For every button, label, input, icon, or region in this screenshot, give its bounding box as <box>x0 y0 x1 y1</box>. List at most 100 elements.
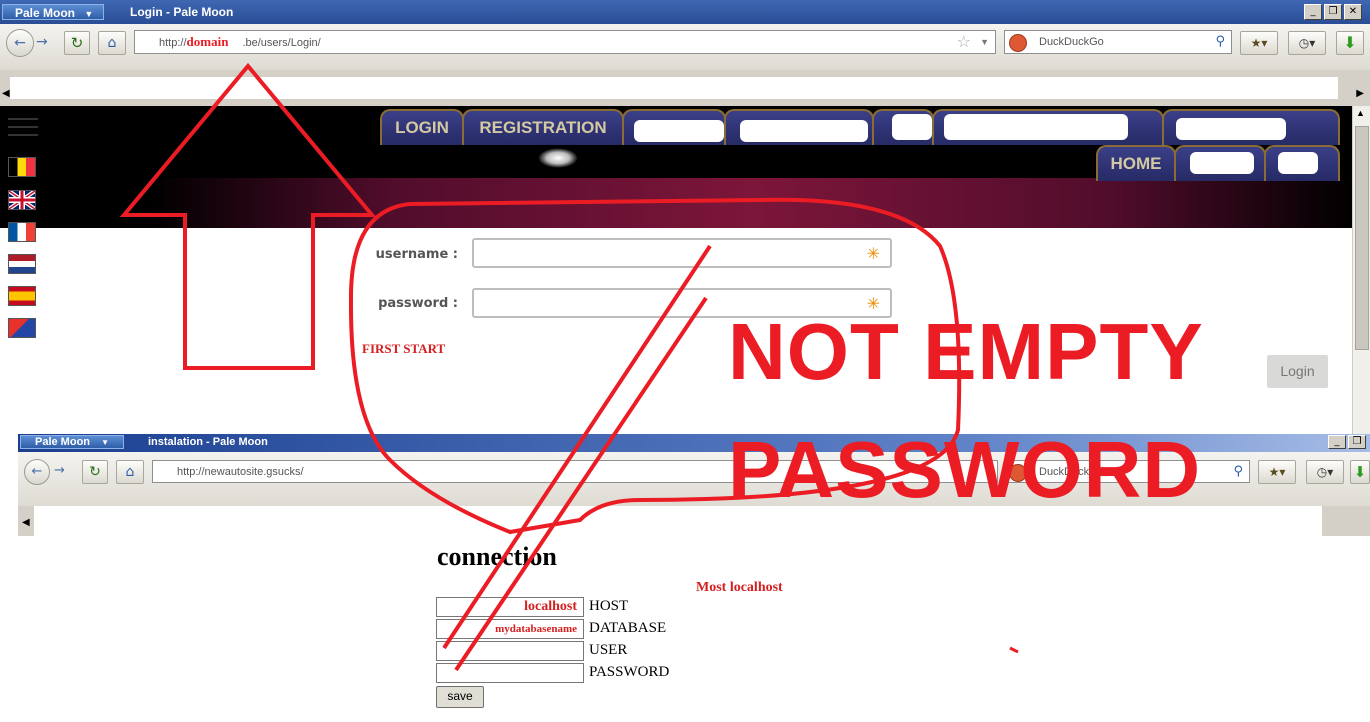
history-button[interactable]: ◷▾ <box>1288 31 1326 55</box>
netherlands-flag-icon[interactable] <box>8 254 36 274</box>
maximize-button[interactable]: ❐ <box>1324 4 1342 20</box>
scroll-up-icon[interactable]: ▲ <box>1356 108 1365 118</box>
download-arrow-icon: ⬇ <box>1343 33 1357 52</box>
redaction-mark <box>1176 118 1286 140</box>
app-menu-label: Pale Moon <box>15 6 76 20</box>
minimize-button[interactable]: _ <box>1304 4 1322 20</box>
password-input[interactable] <box>436 663 584 683</box>
home-icon: ⌂ <box>125 464 135 480</box>
forward-arrow-icon: → <box>36 34 48 50</box>
bottom-app-menu-label: Pale Moon <box>35 436 91 448</box>
bottom-window-title: instalation - Pale Moon <box>148 436 268 448</box>
search-bar[interactable]: DuckDuckGo ⚲ <box>1004 30 1232 54</box>
login-button[interactable]: Login <box>1267 355 1328 388</box>
spain-flag-icon[interactable] <box>8 286 36 306</box>
forward-arrow-icon: → <box>54 463 65 478</box>
redaction-mark <box>740 120 868 142</box>
bottom-maximize-button[interactable]: ❐ <box>1348 435 1366 449</box>
required-asterisk-icon: ✳ <box>866 244 880 263</box>
chevron-down-icon: ▼ <box>84 9 94 19</box>
host-label: HOST <box>589 598 629 614</box>
bookmarks-icon: ★▾ <box>1250 36 1268 50</box>
home-icon: ⌂ <box>107 35 117 51</box>
uk-flag-icon[interactable] <box>8 190 36 210</box>
nav-home[interactable]: HOME <box>1096 145 1176 181</box>
reload-icon: ↻ <box>70 34 84 52</box>
save-button[interactable]: save <box>436 686 484 708</box>
back-arrow-icon: ← <box>14 35 26 51</box>
password-label: password : <box>378 296 458 311</box>
nav-registration[interactable]: REGISTRATION <box>462 109 624 145</box>
redaction-mark <box>944 114 1128 140</box>
redaction-mark <box>892 114 932 140</box>
host-input[interactable]: localhost <box>436 597 584 617</box>
nav-home-label: HOME <box>1110 154 1162 173</box>
database-label: DATABASE <box>589 620 667 636</box>
url-dropdown-icon[interactable]: ▼ <box>980 31 989 53</box>
bottom-bookmarks-button[interactable]: ★▾ <box>1258 460 1296 484</box>
bottom-forward-button[interactable]: → <box>54 462 72 480</box>
reload-button[interactable]: ↻ <box>64 31 90 55</box>
connection-title: connection <box>437 542 557 571</box>
nav-registration-label: REGISTRATION <box>479 118 607 137</box>
redaction-mark <box>634 120 724 142</box>
bottom-minimize-button[interactable]: _ <box>1328 435 1346 449</box>
first-start-link[interactable]: FIRST START <box>362 341 445 357</box>
password-label: PASSWORD <box>589 664 670 680</box>
download-arrow-icon: ⬇ <box>1353 463 1367 481</box>
url-domain-highlight: domain <box>186 34 229 49</box>
chevron-down-icon: ▼ <box>101 438 109 447</box>
username-label: username : <box>375 247 458 262</box>
bottom-app-menu-button[interactable]: Pale Moon ▼ <box>20 435 124 449</box>
bottom-window-controls: _ ❐ <box>1328 435 1366 449</box>
clock-icon: ◷▾ <box>1298 36 1316 50</box>
annotation-line-2: PASSWORD <box>728 425 1202 514</box>
annotation-line-1: NOT EMPTY <box>728 307 1204 396</box>
catalonia-flag-icon[interactable] <box>8 318 36 338</box>
database-input[interactable]: mydatabasename <box>436 619 584 639</box>
search-icon[interactable]: ⚲ <box>1215 31 1225 53</box>
url-prefix: http:// <box>159 37 187 49</box>
bottom-reload-button[interactable]: ↻ <box>82 460 108 484</box>
tab-scroll-left-icon[interactable]: ◀ <box>22 517 30 528</box>
redaction-mark <box>1190 152 1254 174</box>
host-hint: Most localhost <box>696 580 783 595</box>
close-button[interactable]: ✕ <box>1344 4 1362 20</box>
search-icon[interactable]: ⚲ <box>1233 461 1243 483</box>
url-suffix: .be/users/Login/ <box>242 37 321 49</box>
nav-login[interactable]: LOGIN <box>380 109 464 145</box>
forward-button[interactable]: → <box>36 33 54 51</box>
france-flag-icon[interactable] <box>8 222 36 242</box>
clock-icon: ◷▾ <box>1316 465 1334 479</box>
home-button[interactable]: ⌂ <box>98 31 126 55</box>
nav-login-label: LOGIN <box>395 118 449 137</box>
back-button[interactable]: ← <box>6 29 34 57</box>
duckduckgo-icon <box>1009 34 1027 52</box>
url-bar[interactable]: http://domain .be/users/Login/ ☆ ▼ <box>134 30 996 54</box>
user-label: USER <box>589 642 628 658</box>
bottom-back-button[interactable]: ← <box>24 459 50 485</box>
username-field[interactable]: ✳ <box>472 238 892 268</box>
bookmarks-icon: ★▾ <box>1268 465 1286 479</box>
app-menu-button[interactable]: Pale Moon ▼ <box>2 4 104 20</box>
tab-scroll-left-icon[interactable]: ◀ <box>2 88 10 99</box>
downloads-button[interactable]: ⬇ <box>1336 31 1364 55</box>
reload-icon: ↻ <box>89 464 101 480</box>
bookmark-star-icon[interactable]: ☆ <box>957 31 971 53</box>
tab-scroll-right-icon[interactable]: ▶ <box>1356 88 1364 99</box>
tab-strip-redaction <box>10 77 1338 99</box>
user-input[interactable] <box>436 641 584 661</box>
bottom-url-text: http://newautosite.gsucks/ <box>177 466 304 478</box>
bookmarks-button[interactable]: ★▾ <box>1240 31 1278 55</box>
hamburger-menu-icon[interactable] <box>8 118 38 142</box>
bottom-home-button[interactable]: ⌂ <box>116 460 144 484</box>
moon-image <box>538 148 578 168</box>
sea-reflection-image <box>150 178 1352 228</box>
page-scrollbar[interactable]: ▲ <box>1352 106 1370 434</box>
bottom-history-button[interactable]: ◷▾ <box>1306 460 1344 484</box>
search-placeholder: DuckDuckGo <box>1039 36 1104 48</box>
window-controls: _ ❐ ✕ <box>1304 4 1362 20</box>
scrollbar-thumb[interactable] <box>1355 126 1369 350</box>
bottom-downloads-button[interactable]: ⬇ <box>1350 460 1370 484</box>
belgium-flag-icon[interactable] <box>8 157 36 177</box>
